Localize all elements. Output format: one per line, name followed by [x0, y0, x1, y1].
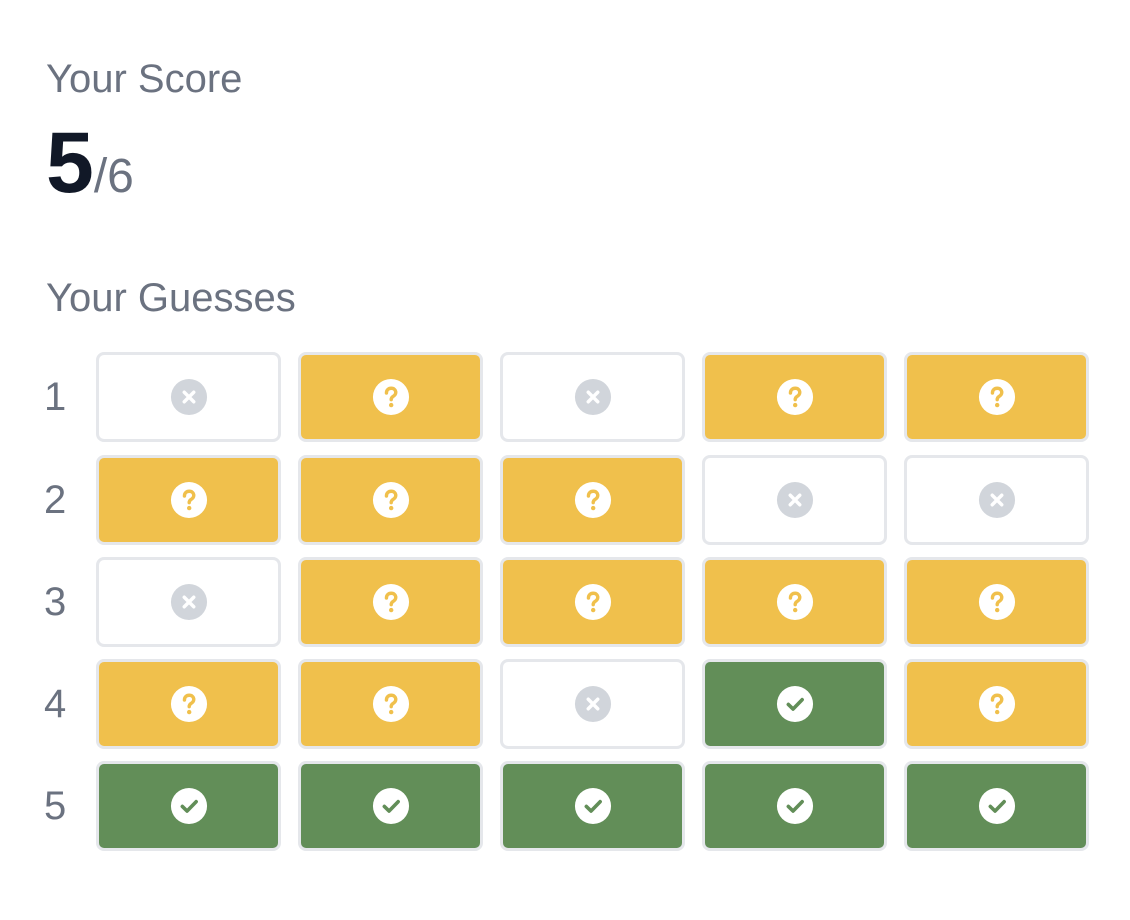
guess-cell-partial — [500, 455, 685, 545]
x-circle-icon — [170, 583, 208, 621]
guess-cell-partial — [904, 352, 1089, 442]
guess-cell-partial — [298, 659, 483, 749]
guess-cell-correct — [702, 761, 887, 851]
score-total: /6 — [93, 150, 134, 203]
question-circle-icon — [776, 378, 814, 416]
question-circle-icon — [372, 378, 410, 416]
guess-cell-correct — [904, 761, 1089, 851]
row-number: 2 — [44, 478, 67, 522]
x-circle-icon — [574, 378, 612, 416]
question-circle-icon — [372, 481, 410, 519]
row-number: 1 — [44, 375, 67, 419]
question-circle-icon — [776, 583, 814, 621]
x-circle-icon — [170, 378, 208, 416]
guess-cell-miss — [702, 455, 887, 545]
guess-cell-correct — [298, 761, 483, 851]
guess-cell-partial — [500, 557, 685, 647]
score-value: 5 — [46, 115, 94, 211]
guess-cell-partial — [904, 659, 1089, 749]
guess-cell-correct — [96, 761, 281, 851]
check-circle-icon — [776, 685, 814, 723]
guess-cell-partial — [96, 455, 281, 545]
check-circle-icon — [372, 787, 410, 825]
question-circle-icon — [978, 378, 1016, 416]
question-circle-icon — [574, 481, 612, 519]
guess-cell-partial — [904, 557, 1089, 647]
guess-cell-partial — [298, 557, 483, 647]
x-circle-icon — [776, 481, 814, 519]
guess-cell-partial — [702, 557, 887, 647]
question-circle-icon — [978, 583, 1016, 621]
guess-cell-partial — [298, 455, 483, 545]
question-circle-icon — [170, 481, 208, 519]
guess-cell-miss — [96, 352, 281, 442]
question-circle-icon — [170, 685, 208, 723]
row-number: 4 — [44, 682, 67, 726]
check-circle-icon — [978, 787, 1016, 825]
guess-cell-miss — [96, 557, 281, 647]
guess-cell-miss — [904, 455, 1089, 545]
guess-cell-partial — [96, 659, 281, 749]
guess-cell-correct — [702, 659, 887, 749]
guess-cell-miss — [500, 352, 685, 442]
guess-cell-partial — [298, 352, 483, 442]
x-circle-icon — [574, 685, 612, 723]
check-circle-icon — [776, 787, 814, 825]
question-circle-icon — [372, 685, 410, 723]
question-circle-icon — [372, 583, 410, 621]
guess-cell-correct — [500, 761, 685, 851]
check-circle-icon — [170, 787, 208, 825]
check-circle-icon — [574, 787, 612, 825]
x-circle-icon — [978, 481, 1016, 519]
guess-cell-miss — [500, 659, 685, 749]
score-display: 5/6 — [46, 118, 134, 233]
question-circle-icon — [978, 685, 1016, 723]
guesses-label: Your Guesses — [46, 276, 296, 320]
guess-cell-partial — [702, 352, 887, 442]
row-number: 3 — [44, 580, 67, 624]
question-circle-icon — [574, 583, 612, 621]
score-label: Your Score — [46, 57, 243, 101]
row-number: 5 — [44, 784, 67, 828]
